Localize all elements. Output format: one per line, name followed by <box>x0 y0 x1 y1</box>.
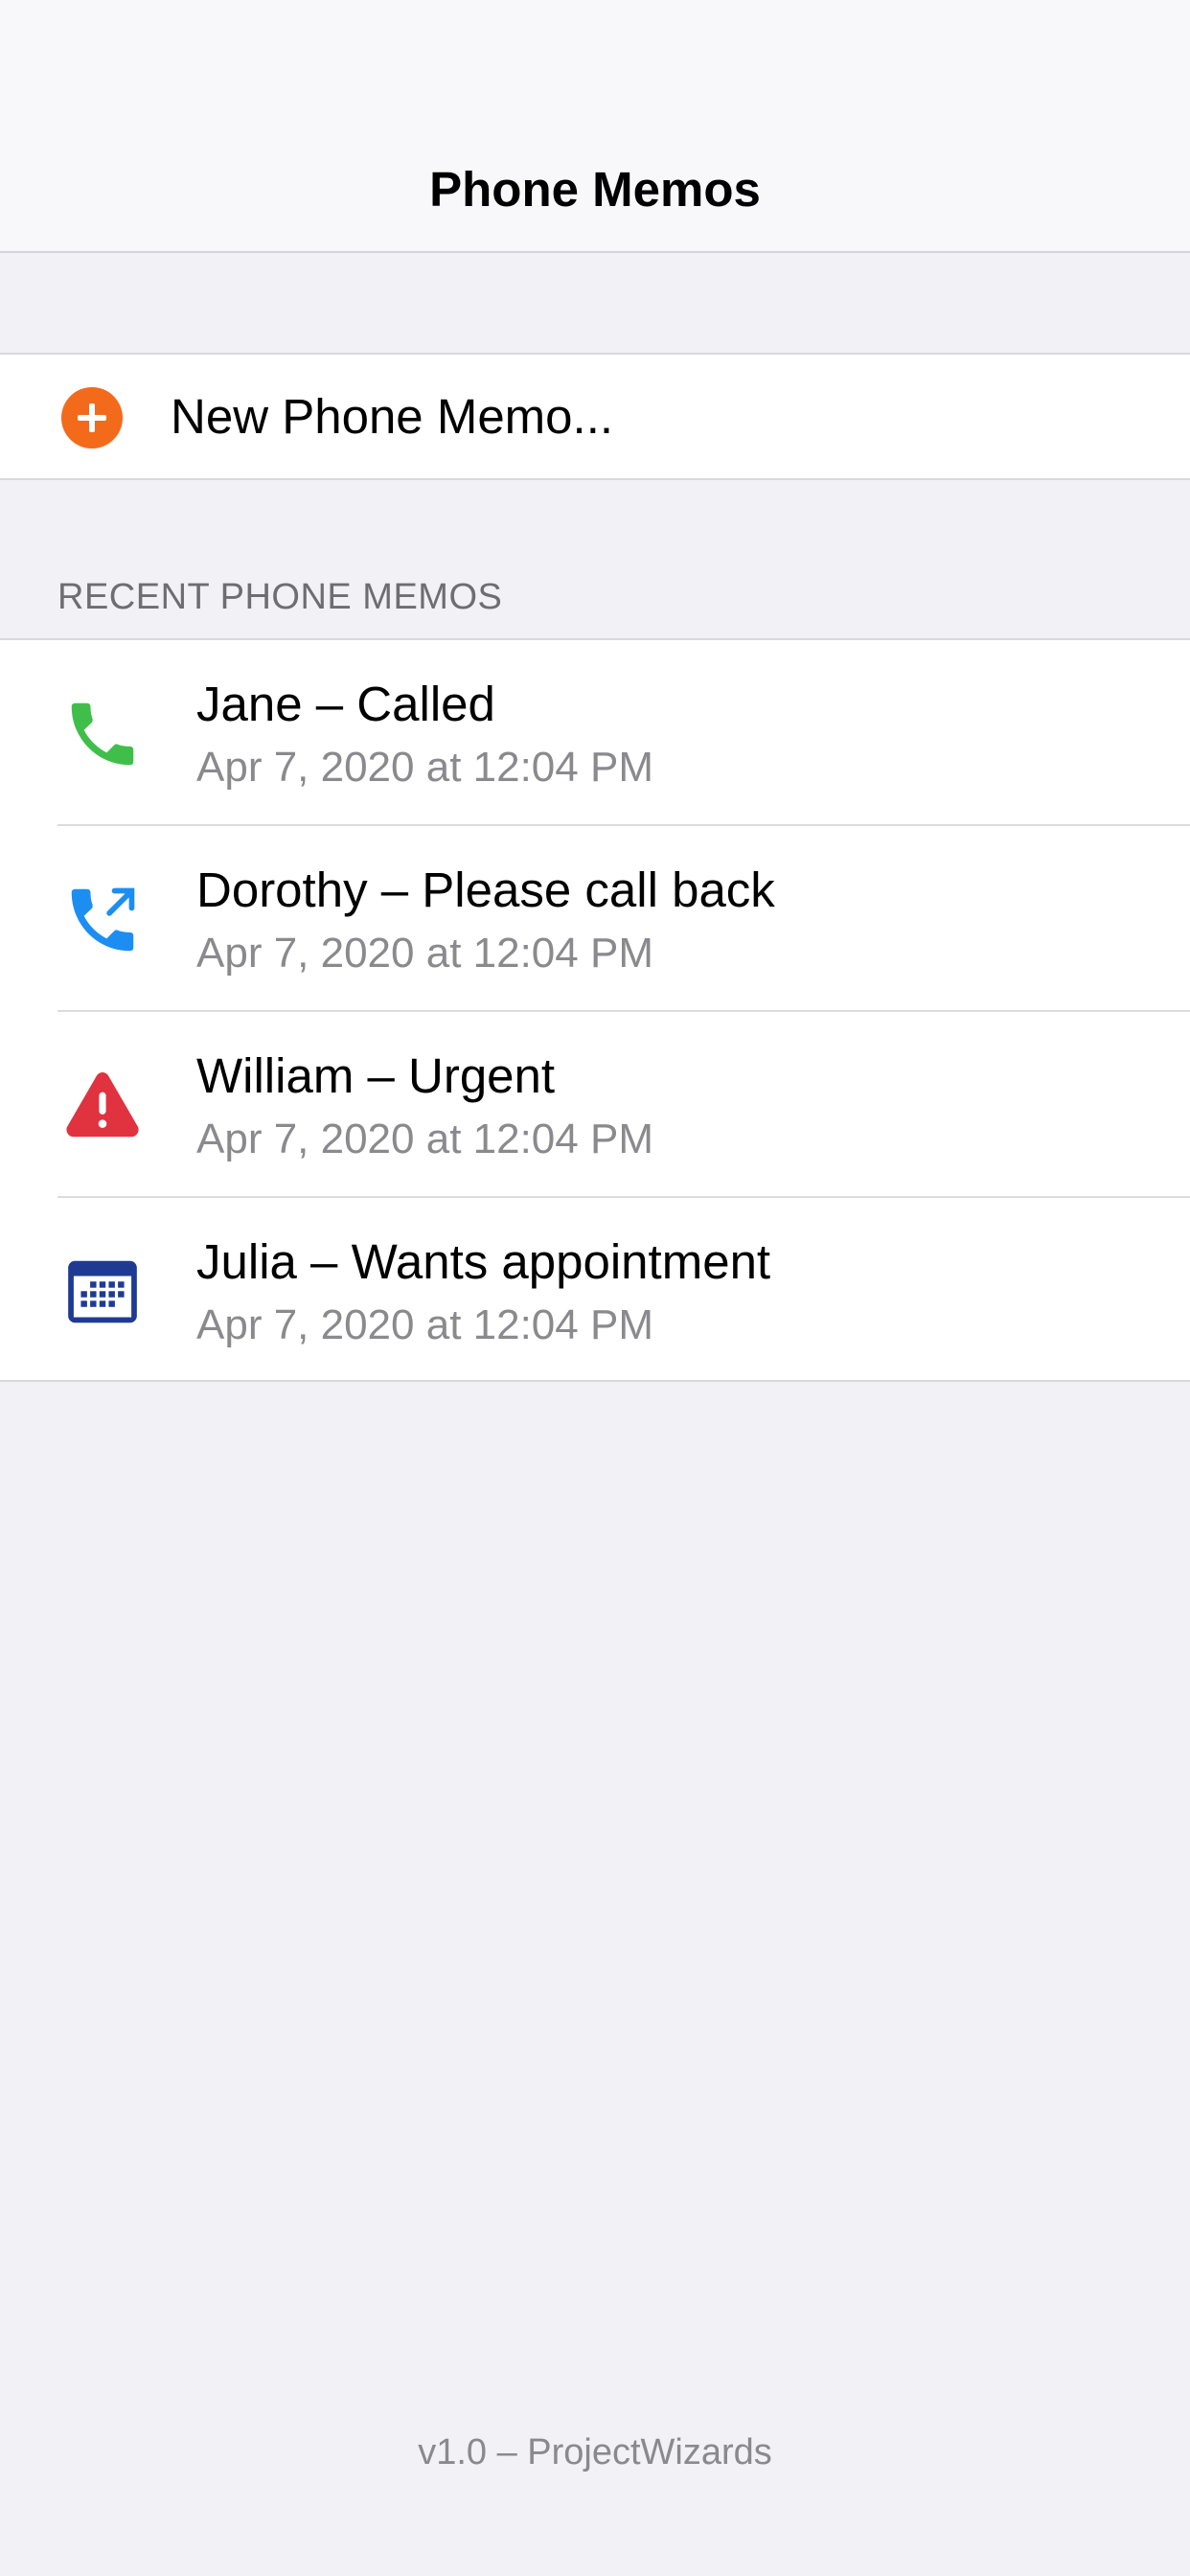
memo-title: Julia – Wants appointment <box>196 1234 771 1289</box>
memo-row-julia[interactable]: Julia – Wants appointment Apr 7, 2020 at… <box>0 1198 1190 1384</box>
version-footer: v1.0 – ProjectWizards <box>418 2432 772 2472</box>
memo-title: Dorothy – Please call back <box>196 862 775 917</box>
memo-date: Apr 7, 2020 at 12:04 PM <box>196 1116 653 1162</box>
memo-row-william[interactable]: William – Urgent Apr 7, 2020 at 12:04 PM <box>0 1012 1190 1198</box>
phone-callback-icon <box>71 887 135 952</box>
new-phone-memo-button[interactable]: New Phone Memo... <box>0 353 1190 480</box>
memo-row-dorothy[interactable]: Dorothy – Please call back Apr 7, 2020 a… <box>0 826 1190 1012</box>
memo-date: Apr 7, 2020 at 12:04 PM <box>196 744 653 791</box>
memo-date: Apr 7, 2020 at 12:04 PM <box>196 1301 653 1348</box>
page-title: Phone Memos <box>429 162 761 217</box>
recent-memos-list: Jane – Called Apr 7, 2020 at 12:04 PM Do… <box>0 638 1190 1382</box>
recent-phone-memos-header: RECENT PHONE MEMOS <box>57 577 503 617</box>
new-phone-memo-label: New Phone Memo... <box>171 389 614 444</box>
navigation-bar: Phone Memos <box>0 0 1190 253</box>
memo-date: Apr 7, 2020 at 12:04 PM <box>196 930 653 977</box>
memo-title: William – Urgent <box>196 1048 556 1103</box>
memo-title: Jane – Called <box>196 677 495 731</box>
memo-row-jane[interactable]: Jane – Called Apr 7, 2020 at 12:04 PM <box>0 640 1190 826</box>
phone-icon <box>71 702 134 766</box>
warning-icon <box>66 1071 139 1138</box>
calendar-icon <box>68 1260 137 1323</box>
plus-circle-icon <box>61 387 123 448</box>
